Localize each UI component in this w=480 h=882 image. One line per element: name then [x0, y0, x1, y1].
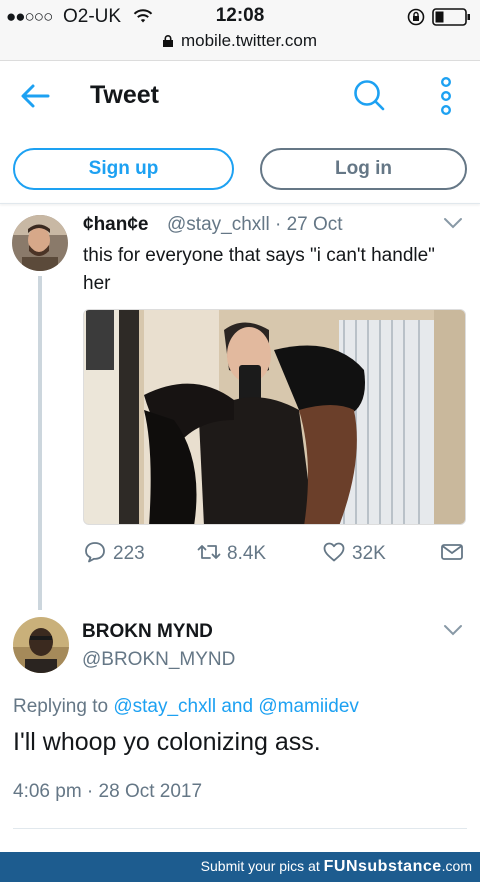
author-handle[interactable]: @BROKN_MYND — [82, 649, 235, 671]
log-in-button[interactable]: Log in — [260, 148, 467, 190]
heart-icon — [323, 542, 345, 562]
watermark-banner: Submit your pics at FUNsubstance.com — [0, 852, 480, 882]
battery-icon — [432, 8, 470, 26]
header-divider — [0, 203, 480, 204]
tweet-text: this for everyone that says "i can't han… — [83, 245, 435, 294]
chevron-down-icon[interactable] — [443, 624, 463, 636]
watermark-suffix: .com — [441, 858, 472, 874]
thread-connector — [38, 276, 42, 610]
like-button[interactable]: 32K — [322, 540, 386, 568]
chevron-down-icon[interactable] — [443, 217, 463, 229]
retweet-button[interactable]: 8.4K — [197, 540, 266, 568]
address-bar[interactable]: mobile.twitter.com — [0, 31, 480, 51]
tweet-photo[interactable] — [83, 309, 466, 525]
tweet-timestamp[interactable]: 4:06 pm · 28 Oct 2017 — [13, 781, 202, 803]
avatar[interactable] — [13, 617, 69, 673]
back-arrow-icon[interactable] — [20, 81, 50, 111]
avatar[interactable] — [12, 215, 68, 271]
author-name[interactable]: BROKN MYND — [82, 621, 213, 643]
author-handle-date: @stay_chxll · 27 Oct — [167, 214, 343, 235]
more-vertical-icon[interactable] — [436, 77, 456, 115]
mention-link[interactable]: @mamiidev — [258, 696, 359, 717]
sign-up-button[interactable]: Sign up — [13, 148, 234, 190]
reply-count: 223 — [113, 543, 145, 564]
tweet-header: Tweet — [0, 61, 480, 133]
search-icon[interactable] — [352, 78, 386, 112]
replying-to-label: Replying to — [13, 696, 109, 717]
envelope-icon — [441, 544, 463, 560]
watermark-prefix: Submit your pics at — [200, 858, 320, 874]
divider — [13, 828, 467, 829]
status-bar: ●●○○○ O2-UK 12:08 mobile.twitter.com — [0, 0, 480, 61]
rotation-lock-icon — [407, 8, 425, 26]
retweet-icon — [197, 545, 221, 559]
page-title: Tweet — [90, 81, 159, 109]
tweet-text: I'll whoop yo colonizing ass. — [13, 728, 321, 756]
url-text: mobile.twitter.com — [180, 31, 318, 50]
watermark-brand: FUNsubstance — [323, 858, 442, 875]
mention-link[interactable]: @stay_chxll — [113, 696, 216, 717]
reply-button[interactable]: 223 — [83, 540, 145, 568]
and-label: and — [221, 696, 254, 717]
retweet-count: 8.4K — [227, 543, 267, 564]
lock-icon — [162, 35, 173, 47]
watermark-text: Submit your pics at FUNsubstance.com — [201, 858, 472, 876]
reply-icon — [85, 542, 105, 563]
like-count: 32K — [352, 543, 386, 564]
author-name[interactable]: ¢han¢e — [83, 214, 148, 236]
direct-message-button[interactable] — [440, 540, 470, 568]
replying-to-line: Replying to @stay_chxll and @mamiidev — [13, 696, 359, 718]
